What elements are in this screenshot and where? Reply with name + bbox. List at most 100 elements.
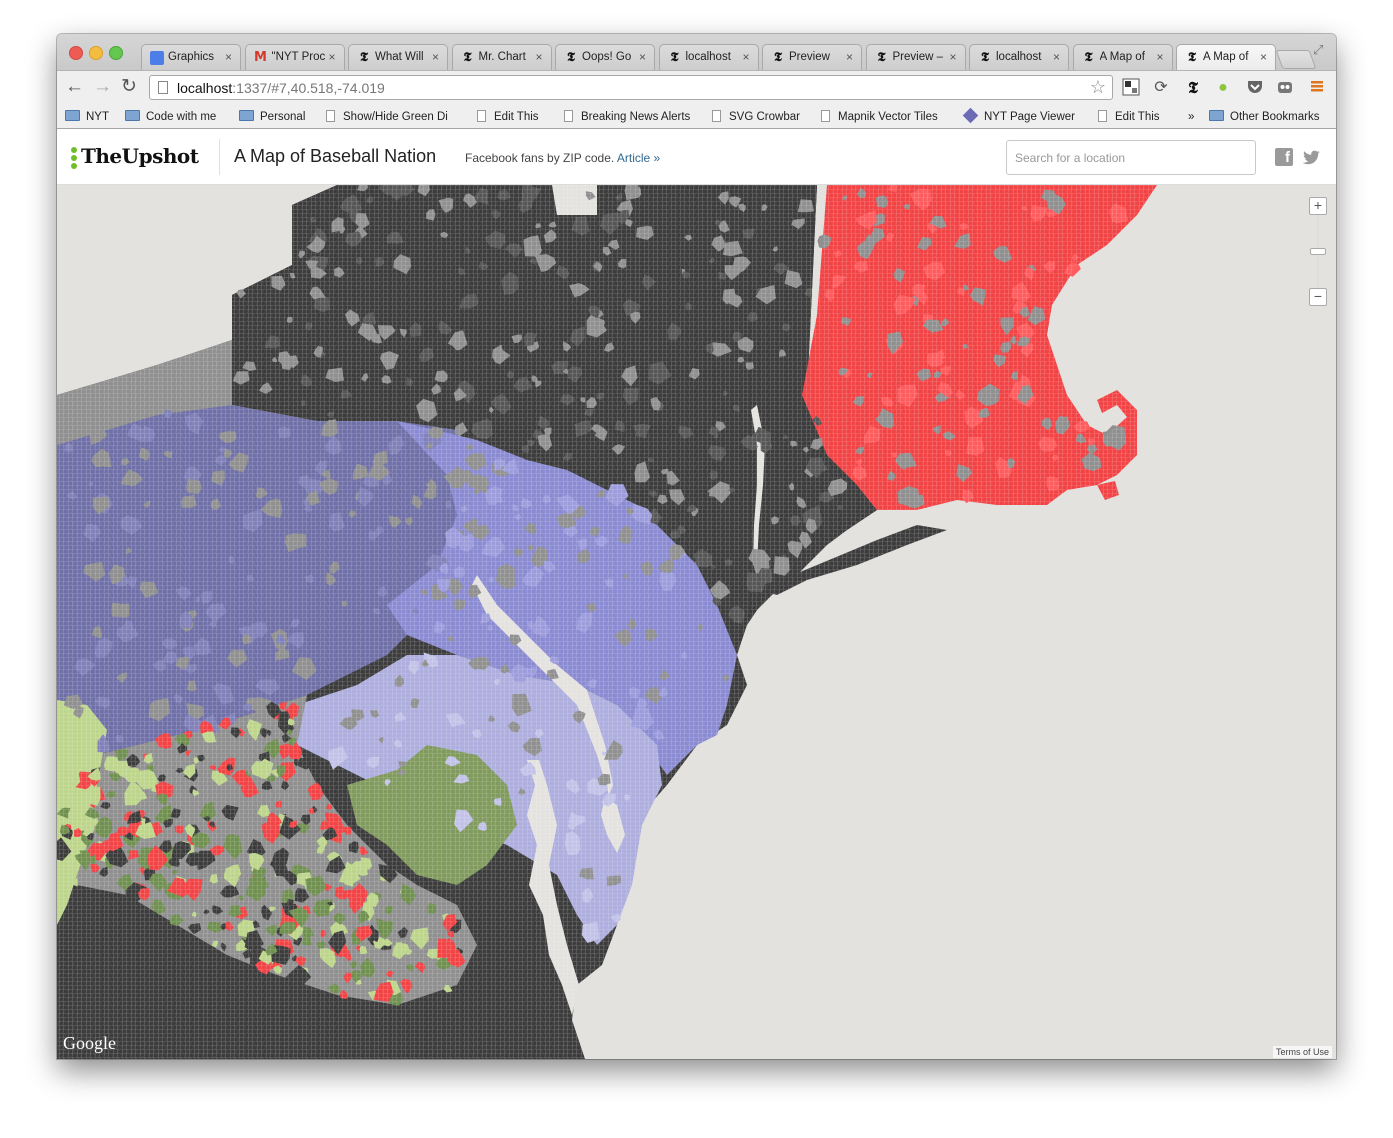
tab-2[interactable]: M "NYT Proc × [244, 44, 345, 70]
tab-label: Preview – [892, 51, 944, 63]
nyt-icon: 𝕿 [774, 50, 782, 65]
extension-android-icon[interactable]: ● [1213, 78, 1233, 98]
bookmark-item[interactable]: Personal [239, 109, 305, 125]
baseball-map[interactable]: + − Google Terms of Use [57, 185, 1336, 1059]
minimize-window-button[interactable] [89, 46, 103, 60]
bookmarks-overflow-button[interactable]: » [1188, 109, 1194, 125]
bookmark-item[interactable]: Breaking News Alerts [564, 109, 690, 125]
tab-11[interactable]: 𝕿 A Map of × [1176, 44, 1276, 70]
extension-pocket-icon[interactable] [1245, 78, 1265, 98]
tab-close-icon[interactable]: × [639, 50, 646, 64]
forward-button[interactable]: → [93, 77, 112, 97]
tab-label: localhost [996, 51, 1042, 63]
nyt-page-viewer-icon [962, 107, 979, 124]
page-icon [158, 81, 168, 94]
bookmark-item[interactable]: NYT Page Viewer [962, 107, 1075, 125]
address-bar[interactable]: localhost:1337/#7,40.518,-74.019 ☆ [149, 75, 1113, 100]
extension-sync-icon[interactable]: ⟳ [1151, 78, 1171, 98]
url-text[interactable]: localhost:1337/#7,40.518,-74.019 [177, 80, 385, 96]
bookmark-item[interactable]: NYT [65, 109, 109, 125]
tab-close-icon[interactable]: × [1053, 50, 1060, 64]
tab-close-icon[interactable]: × [1156, 50, 1163, 64]
tab-close-icon[interactable]: × [225, 50, 232, 64]
tab-3[interactable]: 𝕿 What Will × [348, 44, 448, 70]
maximize-window-button[interactable] [109, 46, 123, 60]
bookmark-label: Code with me [146, 111, 217, 123]
folder-icon [65, 110, 80, 121]
extension-robot-icon[interactable] [1275, 78, 1295, 98]
nyt-icon: 𝕿 [567, 50, 575, 65]
page-title: A Map of Baseball Nation [234, 146, 437, 166]
upshot-dots-icon [71, 147, 77, 171]
extension-nyt-icon[interactable]: 𝕿 [1183, 78, 1203, 98]
google-attribution: Google [63, 1033, 116, 1053]
nyt-icon: 𝕿 [670, 50, 679, 65]
tab-1[interactable]: Graphics × [141, 44, 241, 70]
folder-icon [125, 110, 140, 121]
logo-text: TheUpshot [81, 144, 199, 168]
article-link[interactable]: Article » [617, 151, 660, 165]
bookmark-item[interactable]: Edit This [477, 109, 539, 125]
tab-close-icon[interactable]: × [949, 50, 956, 64]
tab-close-icon[interactable]: × [846, 50, 853, 64]
tab-5[interactable]: 𝕿 Oops! Go × [555, 44, 655, 70]
extension-qr-icon[interactable] [1121, 78, 1141, 98]
tab-4[interactable]: 𝕿 Mr. Chart × [451, 44, 552, 70]
bookmark-label: Show/Hide Green Di [343, 111, 448, 123]
nyt-icon: 𝕿 [877, 50, 886, 65]
tab-close-icon[interactable]: × [742, 50, 749, 64]
tab-10[interactable]: 𝕿 A Map of × [1072, 44, 1173, 70]
bookmark-item[interactable]: SVG Crowbar [712, 109, 800, 125]
fullscreen-icon[interactable]: ⤢ [1313, 42, 1323, 58]
bookmark-label: » [1188, 111, 1195, 123]
menu-icon[interactable] [1307, 78, 1327, 98]
zoom-out-button[interactable]: − [1309, 288, 1327, 306]
bookmark-label: Other Bookmarks [1230, 111, 1320, 123]
bookmark-item[interactable]: Code with me [125, 109, 216, 125]
bookmark-label: Mapnik Vector Tiles [838, 111, 938, 123]
location-search-input[interactable] [1006, 140, 1256, 175]
bookmark-label: Personal [260, 111, 306, 123]
page-subtitle: Facebook fans by ZIP code. Article » [465, 151, 660, 165]
tab-label: "NYT Proc [271, 51, 326, 63]
close-window-button[interactable] [69, 46, 83, 60]
tab-7[interactable]: 𝕿 Preview × [762, 44, 862, 70]
back-button[interactable]: ← [65, 77, 84, 97]
zoom-in-button[interactable]: + [1309, 197, 1327, 215]
new-tab-button[interactable] [1275, 50, 1317, 69]
bookmark-item[interactable]: Show/Hide Green Di [326, 109, 448, 125]
tab-close-icon[interactable]: × [1260, 50, 1267, 64]
page-icon [1098, 110, 1107, 122]
folder-icon [239, 110, 254, 121]
browser-toolbar: ← → ↻ localhost:1337/#7,40.518,-74.019 ☆… [57, 70, 1336, 106]
zoom-slider-handle[interactable] [1310, 248, 1326, 255]
bookmark-star-icon[interactable]: ☆ [1090, 77, 1106, 98]
bookmark-label: NYT [86, 111, 109, 123]
tab-label: A Map of [1099, 51, 1145, 63]
facebook-icon[interactable]: f [1275, 148, 1293, 166]
bookmarks-bar: NYT Code with me Personal Show/Hide Green D… [57, 105, 1336, 129]
nyt-icon: 𝕿 [463, 50, 472, 65]
bookmark-item[interactable]: Mapnik Vector Tiles [821, 109, 938, 125]
nyt-icon: 𝕿 [1188, 50, 1196, 65]
tab-6[interactable]: 𝕿localhost × [658, 44, 759, 70]
tab-9[interactable]: 𝕿localhost × [969, 44, 1069, 70]
map-canvas[interactable] [57, 185, 1336, 1059]
page-icon [326, 110, 335, 122]
terms-of-use-link[interactable]: Terms of Use [1272, 1046, 1332, 1058]
google-docs-icon [150, 51, 164, 65]
nyt-icon: 𝕿 [1084, 50, 1093, 65]
tab-label: Preview [789, 51, 830, 63]
tab-close-icon[interactable]: × [328, 50, 335, 64]
tab-close-icon[interactable]: × [535, 50, 542, 64]
tab-label: What Will [375, 51, 424, 63]
gmail-icon: M [254, 50, 267, 65]
page-icon [564, 110, 573, 122]
bookmark-item[interactable]: Edit This [1098, 109, 1160, 125]
page-icon [712, 110, 721, 122]
tab-8[interactable]: 𝕿 Preview – × [865, 44, 966, 70]
bookmark-item[interactable]: Other Bookmarks [1209, 109, 1319, 125]
reload-button[interactable]: ↻ [121, 77, 137, 97]
tab-close-icon[interactable]: × [432, 50, 439, 64]
twitter-icon[interactable] [1302, 147, 1322, 167]
